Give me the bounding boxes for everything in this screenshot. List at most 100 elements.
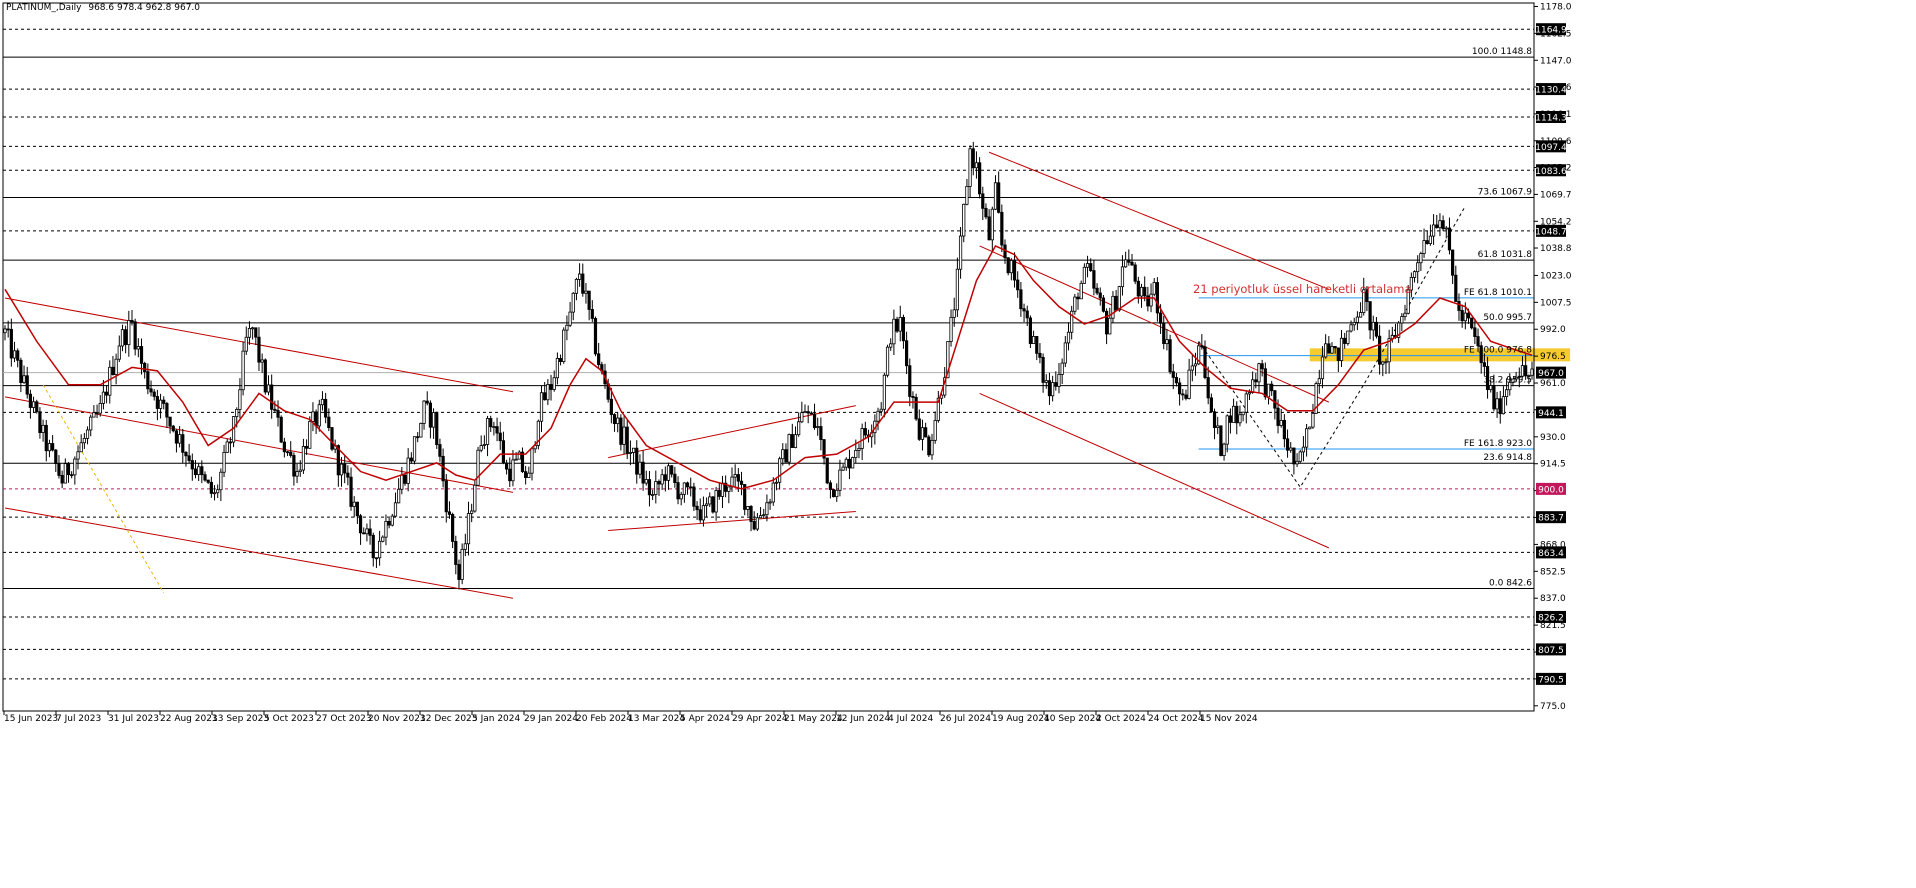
chart-header: PLATINUM_,Daily 968.6 978.4 962.8 967.0	[6, 3, 200, 13]
candle-body	[1489, 385, 1493, 391]
candle-body	[1022, 308, 1026, 312]
candle-body	[720, 482, 725, 497]
candle-body	[117, 345, 121, 360]
candle-body	[1206, 377, 1210, 399]
candle-body	[1006, 257, 1010, 274]
candle-body	[441, 455, 445, 482]
trend-channel-line[interactable]	[988, 151, 1330, 290]
candle-body	[1346, 330, 1350, 344]
time-axis-label: 12 Dec 2023	[420, 714, 478, 724]
candle-body	[457, 564, 461, 580]
time-axis-label: 20 Feb 2024	[576, 714, 632, 724]
candle-body	[1266, 383, 1271, 398]
candle-body	[365, 528, 369, 535]
candle-body	[171, 425, 175, 432]
candle-body	[304, 446, 309, 449]
candle-body	[622, 426, 626, 445]
fib-level-label: 38.2 959.5	[1483, 376, 1532, 386]
candle-body	[54, 449, 58, 464]
candle-body	[216, 489, 220, 494]
candle-body	[762, 514, 766, 517]
fib-level-label: 73.6 1067.9	[1478, 188, 1533, 198]
candle-body	[1079, 282, 1083, 300]
candle-body	[1422, 240, 1426, 254]
candle-body	[673, 473, 677, 483]
time-axis-label: 27 Oct 2023	[316, 714, 372, 724]
candle-body	[930, 439, 934, 456]
candle-body	[1339, 337, 1344, 361]
candle-body	[1089, 263, 1093, 271]
candle-body	[1216, 425, 1220, 428]
candle-body	[1400, 316, 1404, 324]
candle-body	[368, 528, 372, 536]
price-axis-label: 961.0	[1540, 379, 1566, 389]
candle-body	[657, 481, 661, 485]
chart-window[interactable]: 100.0 1148.8 73.6 1067.9 61.8 1031.8 50.0 9…	[0, 0, 1916, 888]
candle-body	[1044, 380, 1048, 383]
candle-body	[409, 457, 413, 462]
candle-body	[908, 365, 912, 397]
candle-body	[57, 463, 61, 476]
candle-body	[362, 532, 366, 535]
candle-body	[990, 208, 994, 241]
candle-body	[1441, 220, 1445, 230]
candle-body	[717, 490, 721, 497]
candle-body	[473, 484, 477, 512]
candle-body	[1289, 447, 1293, 451]
candle-body	[327, 416, 331, 428]
candle-body	[1136, 280, 1140, 297]
candle-body	[1419, 253, 1423, 264]
price-box-label: 1130.4	[1535, 86, 1567, 96]
candle-body	[1165, 339, 1169, 345]
candle-body	[454, 541, 458, 565]
candle-body	[1235, 405, 1239, 424]
fib-level-label: 23.6 914.8	[1483, 453, 1532, 463]
trend-channel-line[interactable]	[608, 405, 856, 459]
candle-body	[98, 402, 102, 414]
candle-body	[714, 490, 718, 513]
candle-body	[904, 340, 909, 367]
candle-body	[619, 417, 623, 445]
candle-body	[79, 442, 83, 453]
candle-body	[895, 318, 899, 332]
trend-channel-line[interactable]	[608, 510, 856, 532]
candle-body	[555, 358, 559, 379]
candle-body	[774, 481, 779, 484]
candle-body	[212, 492, 217, 495]
candle-body	[158, 399, 163, 409]
candle-body	[1473, 327, 1477, 337]
candle-body	[1327, 343, 1331, 354]
candle-body	[470, 510, 474, 514]
candle-body	[860, 428, 864, 449]
candle-body	[593, 318, 598, 355]
candle-body	[260, 359, 264, 363]
price-chart[interactable]: 100.0 1148.8 73.6 1067.9 61.8 1031.8 50.0 9…	[0, 0, 1916, 888]
candle-body	[1063, 342, 1067, 364]
trend-channel-line[interactable]	[4, 507, 514, 599]
candle-body	[393, 502, 398, 517]
price-axis-label: 852.5	[1540, 567, 1566, 577]
candle-body	[647, 479, 652, 496]
candle-body	[219, 471, 223, 491]
candle-body	[644, 479, 648, 484]
candle-body	[174, 430, 179, 444]
candle-body	[492, 426, 496, 429]
candle-body	[425, 400, 429, 404]
candle-body	[1435, 224, 1439, 229]
candle-body	[19, 359, 23, 383]
time-axis-label: 13 Sep 2023	[212, 714, 269, 724]
candle-body	[1343, 337, 1347, 344]
candle-body	[406, 457, 410, 484]
candle-body	[181, 434, 185, 453]
candle-body	[381, 536, 385, 542]
candle-body	[70, 474, 74, 477]
candle-body	[727, 486, 731, 492]
price-axis-label: 930.0	[1540, 433, 1566, 443]
price-axis-label: 1178.0	[1540, 2, 1572, 12]
candle-body	[841, 466, 845, 471]
candle-body	[660, 474, 664, 485]
candle-body	[165, 403, 169, 418]
candle-body	[1012, 260, 1017, 281]
candle-body	[1501, 396, 1506, 415]
candle-body	[1263, 368, 1267, 398]
